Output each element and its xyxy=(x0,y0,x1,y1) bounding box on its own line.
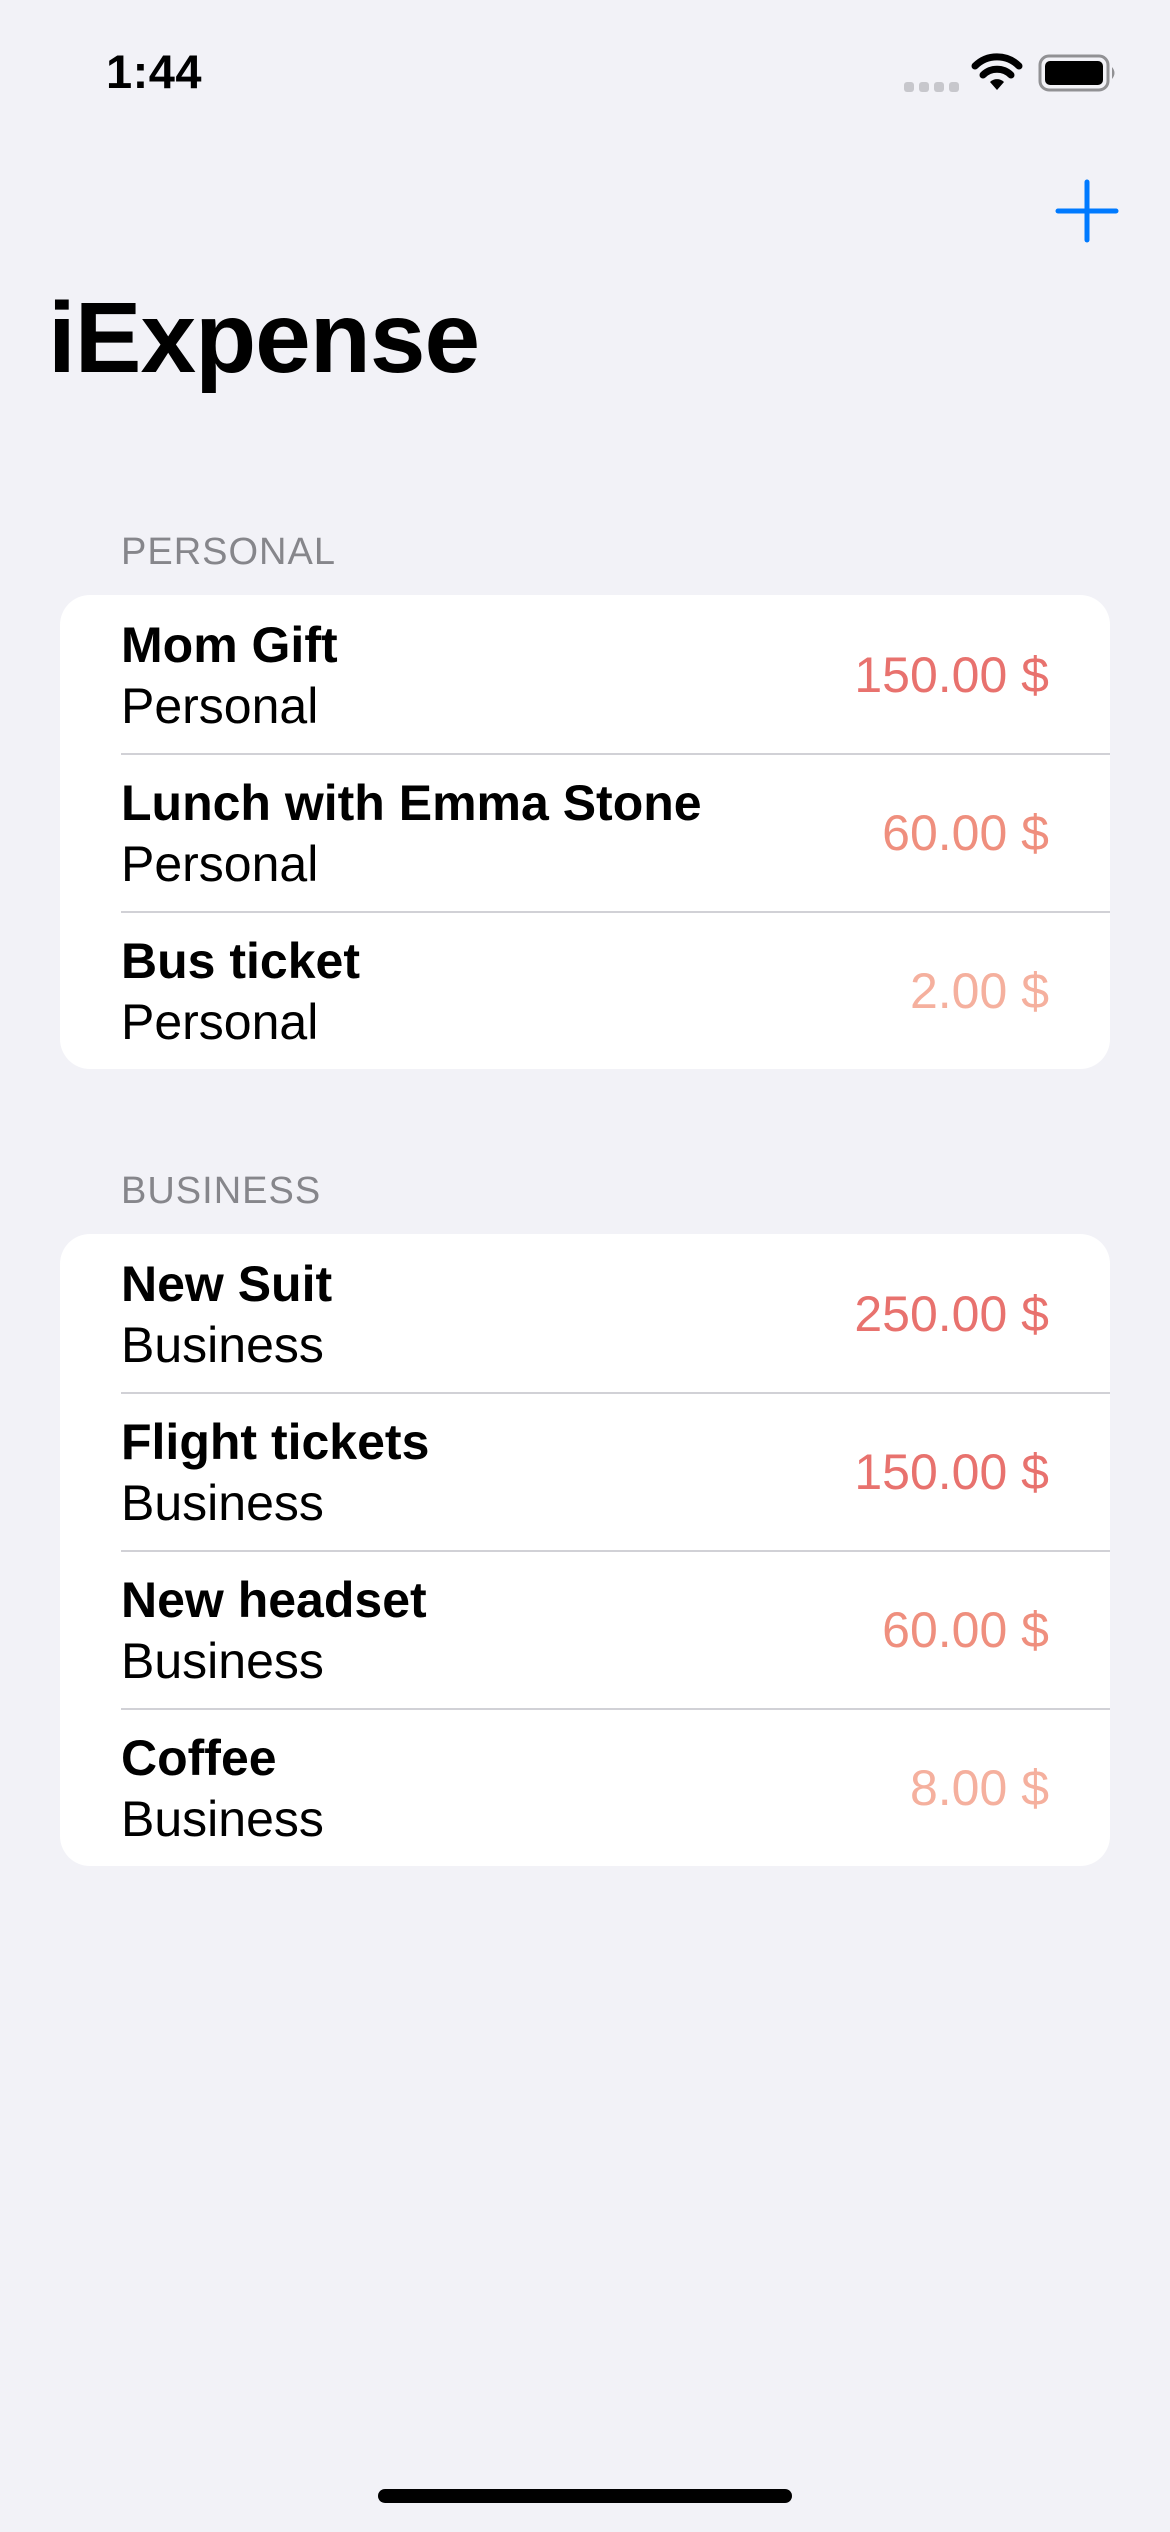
expense-name: Mom Gift xyxy=(121,617,338,673)
expense-name: New headset xyxy=(121,1572,427,1628)
personal-expense-list: Mom Gift Personal 150.00 $ Lunch with Em… xyxy=(60,595,1110,1069)
expense-type: Personal xyxy=(121,678,319,734)
cellular-signal-icon xyxy=(904,82,959,92)
battery-icon xyxy=(1038,54,1115,92)
business-expense-list: New Suit Business 250.00 $ Flight ticket… xyxy=(60,1234,1110,1866)
expense-row[interactable]: Mom Gift Personal 150.00 $ xyxy=(60,595,1110,753)
expense-amount: 2.00 $ xyxy=(909,963,1049,1019)
expense-type: Business xyxy=(121,1317,324,1373)
expense-type: Business xyxy=(121,1791,324,1847)
expense-row[interactable]: New Suit Business 250.00 $ xyxy=(60,1234,1110,1392)
expense-amount: 8.00 $ xyxy=(909,1760,1049,1816)
expense-amount: 150.00 $ xyxy=(854,647,1049,703)
home-indicator[interactable] xyxy=(378,2489,792,2503)
status-time: 1:44 xyxy=(106,45,203,98)
expense-type: Personal xyxy=(121,994,319,1050)
add-expense-button[interactable] xyxy=(1052,176,1122,246)
expense-amount: 60.00 $ xyxy=(882,805,1049,861)
expense-type: Business xyxy=(121,1475,324,1531)
expense-row[interactable]: Bus ticket Personal 2.00 $ xyxy=(60,911,1110,1069)
expense-name: New Suit xyxy=(121,1256,333,1312)
expense-amount: 60.00 $ xyxy=(882,1602,1049,1658)
expense-name: Coffee xyxy=(121,1730,277,1786)
plus-icon xyxy=(1055,179,1119,243)
status-bar: 1:44 xyxy=(0,0,1170,140)
section-header-personal: PERSONAL xyxy=(121,531,336,573)
expense-name: Bus ticket xyxy=(121,933,360,989)
expense-amount: 250.00 $ xyxy=(854,1286,1049,1342)
expense-name: Lunch with Emma Stone xyxy=(121,775,702,831)
wifi-icon xyxy=(971,53,1023,90)
expense-row[interactable]: Lunch with Emma Stone Personal 60.00 $ xyxy=(60,753,1110,911)
expense-name: Flight tickets xyxy=(121,1414,430,1470)
expense-row[interactable]: New headset Business 60.00 $ xyxy=(60,1550,1110,1708)
expense-amount: 150.00 $ xyxy=(854,1444,1049,1500)
expense-row[interactable]: Flight tickets Business 150.00 $ xyxy=(60,1392,1110,1550)
screen: 1:44 iExpense PERSONAL Mom Gift Personal… xyxy=(0,0,1170,2532)
page-title: iExpense xyxy=(48,282,480,394)
section-header-business: BUSINESS xyxy=(121,1170,322,1212)
expense-row[interactable]: Coffee Business 8.00 $ xyxy=(60,1708,1110,1866)
expense-type: Personal xyxy=(121,836,319,892)
expense-type: Business xyxy=(121,1633,324,1689)
